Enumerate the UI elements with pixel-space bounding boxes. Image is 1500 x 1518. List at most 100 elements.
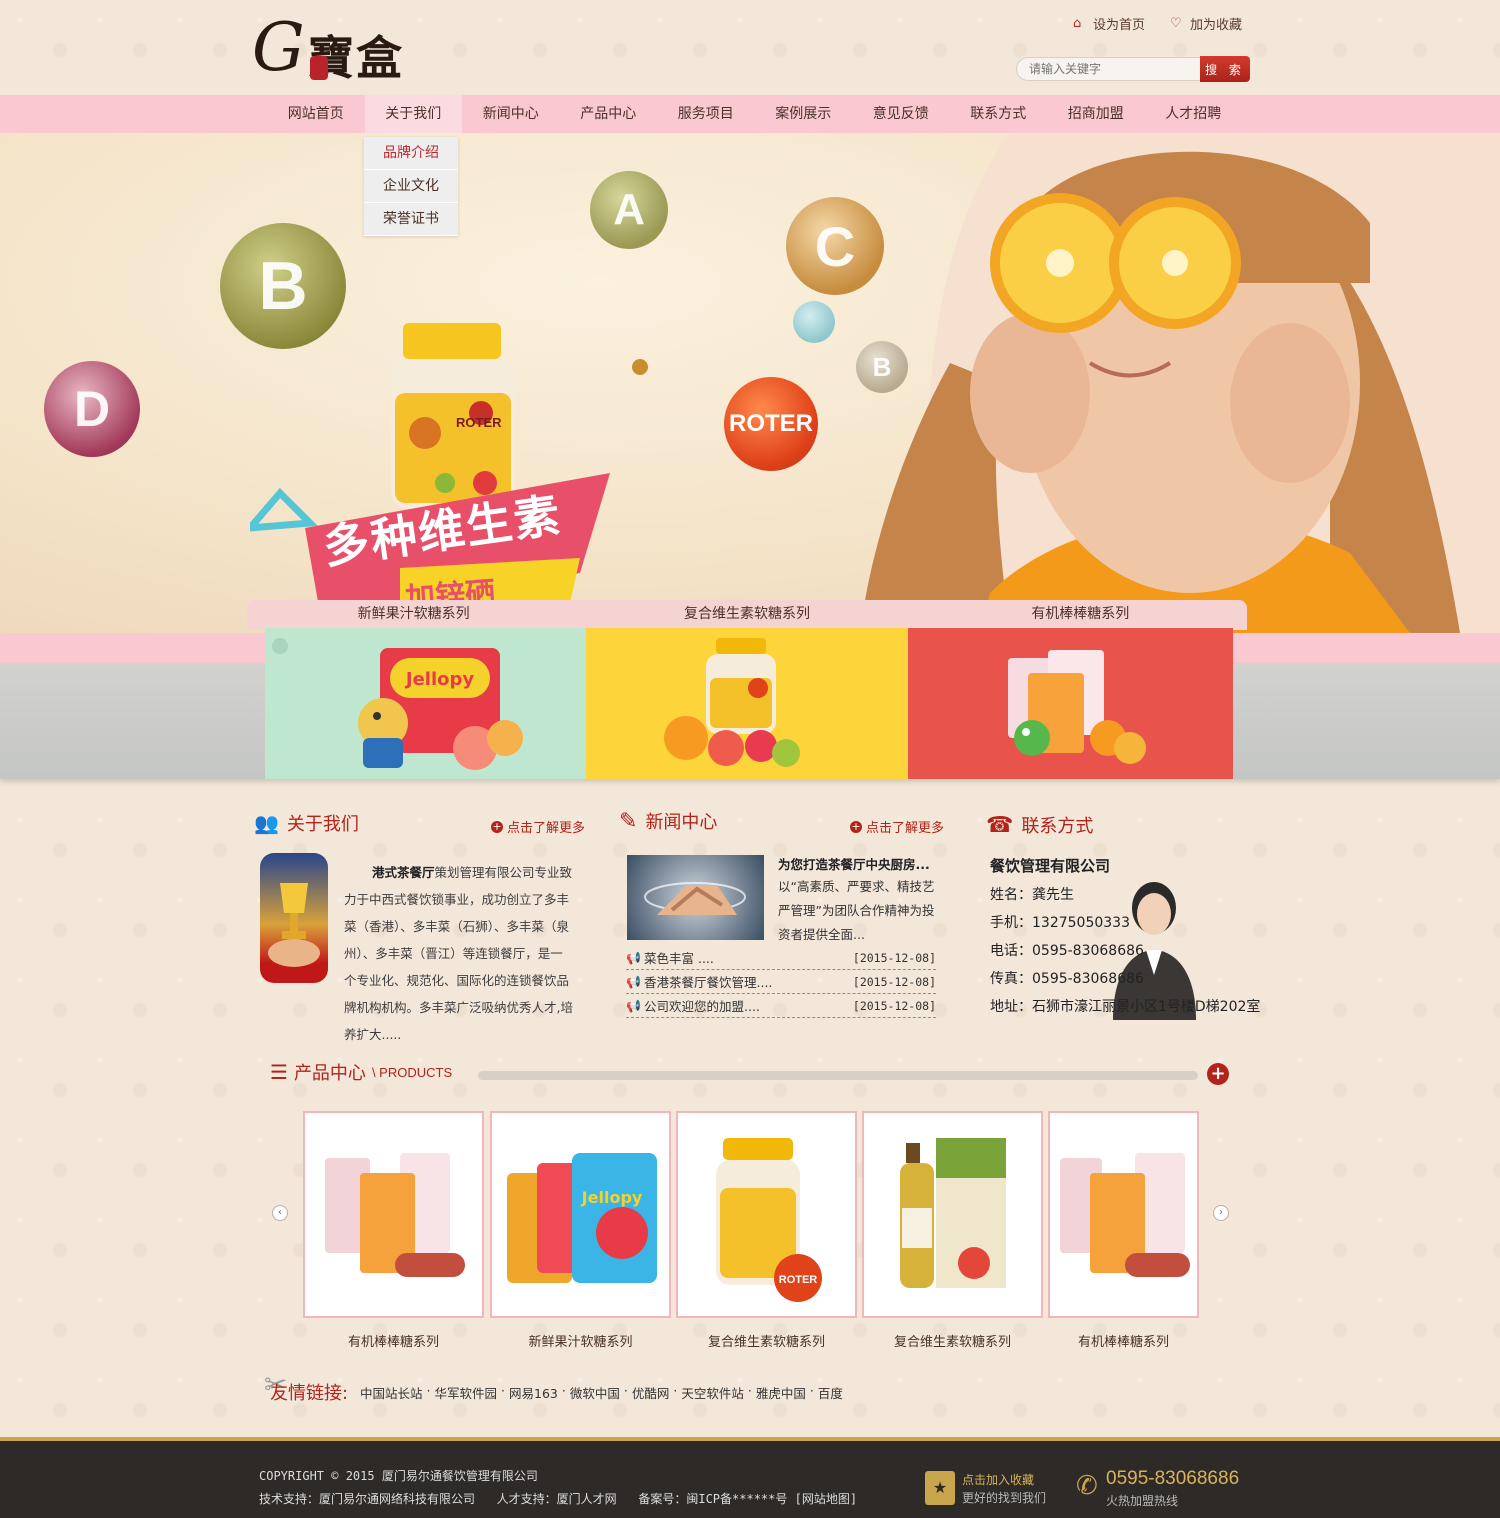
link-item[interactable]: 网易163 [509, 1383, 558, 1402]
set-home-link[interactable]: ⌂ 设为首页 [1073, 14, 1145, 33]
news-row[interactable]: 📢 菜色丰富 .... [2015-12-08] [626, 946, 936, 970]
link-separator: · [747, 1383, 752, 1398]
nav-item-cases[interactable]: 案例展示 [755, 95, 853, 133]
vitamin-ball-a: A [590, 171, 668, 249]
search-button[interactable]: 搜 索 [1200, 56, 1250, 82]
category-tab-vitamin[interactable]: 复合维生素软糖系列 [580, 600, 913, 630]
about-trophy-image [260, 853, 328, 983]
footer-support: 技术支持：厦门易尔通网络科技有限公司 人才支持：厦门人才网 备案号：闽ICP备*… [259, 1492, 858, 1506]
about-title-text: 关于我们 [286, 814, 359, 835]
nav-item-jobs[interactable]: 人才招聘 [1145, 95, 1243, 133]
link-item[interactable]: 雅虎中国 [756, 1383, 806, 1402]
link-separator: · [809, 1383, 814, 1398]
jelly-candy-bag-image: Jellopy [272, 638, 523, 770]
news-row-title: 公司欢迎您的加盟.... [644, 999, 760, 1014]
footer-copyright: COPYRIGHT © 2015 厦门易尔通餐饮管理有限公司 [259, 1469, 538, 1483]
footer-join-title[interactable]: 点击加入收藏 [962, 1471, 1034, 1488]
link-item[interactable]: 微软中国 [570, 1383, 620, 1402]
logo-letter: G [252, 9, 305, 86]
news-row-date: [2015-12-08] [852, 998, 936, 1013]
site-footer: COPYRIGHT © 2015 厦门易尔通餐饮管理有限公司 技术支持：厦门易尔… [0, 1437, 1500, 1518]
logo-seal [310, 56, 328, 80]
category-tab-juice[interactable]: 新鲜果汁软糖系列 [247, 600, 580, 630]
vitamin-ball-b: B [220, 223, 346, 349]
links-title: 友情链接: [270, 1383, 349, 1404]
edit-icon: ✎ [619, 808, 638, 834]
vitamin-jar-fruit-image [664, 638, 800, 767]
product-name[interactable]: 复合维生素软糖系列 [862, 1331, 1043, 1350]
category-panel-juice[interactable]: Jellopy [265, 628, 586, 779]
news-row-title: 香港茶餐厅餐饮管理.... [644, 975, 773, 990]
link-separator: · [623, 1383, 628, 1398]
news-title-text: 新闻中心 [645, 812, 718, 833]
link-item[interactable]: 中国站长站 [360, 1383, 423, 1402]
news-row-title: 菜色丰富 .... [644, 951, 714, 966]
product-card[interactable]: ROTER [676, 1111, 857, 1318]
bookmark-icon[interactable]: ★ [925, 1471, 955, 1505]
product-card[interactable] [1048, 1111, 1199, 1318]
news-row-date: [2015-12-08] [852, 974, 936, 989]
site-logo[interactable]: G 寶盒 [252, 9, 422, 86]
contact-name: 姓名：龚先生 [990, 887, 1074, 903]
nav-item-feedback[interactable]: 意见反馈 [852, 95, 950, 133]
link-item[interactable]: 优酷网 [632, 1383, 670, 1402]
product-card[interactable] [303, 1111, 484, 1318]
nav-item-franchise[interactable]: 招商加盟 [1047, 95, 1145, 133]
jelly-candy-bag-image: Jellopy [507, 1153, 657, 1283]
product-name[interactable]: 复合维生素软糖系列 [676, 1331, 857, 1350]
svg-text:Jellopy: Jellopy [581, 1188, 643, 1207]
contact-company: 餐饮管理有限公司 [990, 857, 1111, 875]
main-nav: 网站首页 关于我们 新闻中心 产品中心 服务项目 案例展示 意见反馈 联系方式 … [0, 95, 1500, 133]
news-row-date: [2015-12-08] [852, 950, 936, 965]
submenu-brand-intro[interactable]: 品牌介绍 [364, 137, 458, 170]
product-card[interactable] [862, 1111, 1043, 1318]
product-name[interactable]: 有机棒棒糖系列 [303, 1331, 484, 1350]
news-row[interactable]: 📢 公司欢迎您的加盟.... [2015-12-08] [626, 994, 936, 1018]
vitamin-ball-d: D [44, 361, 140, 457]
submenu-honors[interactable]: 荣誉证书 [364, 203, 458, 236]
nav-item-news[interactable]: 新闻中心 [462, 95, 560, 133]
about-text: 策划管理有限公司专业致力于中西式餐饮锁事业，成功创立了多丰菜（香港）、多丰菜（石… [344, 865, 573, 1042]
links-list: 中国站长站 · 华军软件园 · 网易163 · 微软中国 · 优酷网 · 天空软件站 · 雅… [360, 1383, 843, 1402]
about-more-link[interactable]: + 点击了解更多 [491, 817, 585, 836]
category-tab-lollipop[interactable]: 有机棒棒糖系列 [914, 600, 1247, 630]
nav-item-services[interactable]: 服务项目 [657, 95, 755, 133]
nav-item-contact[interactable]: 联系方式 [950, 95, 1048, 133]
home-icon: ⌂ [1073, 15, 1082, 31]
link-item[interactable]: 百度 [818, 1383, 843, 1402]
link-item[interactable]: 华军软件园 [435, 1383, 498, 1402]
product-name[interactable]: 有机棒棒糖系列 [1048, 1331, 1199, 1350]
svg-text:ROTER: ROTER [779, 1274, 818, 1286]
nav-item-about[interactable]: 关于我们 [364, 95, 462, 133]
news-featured-title[interactable]: 为您打造茶餐厅中央厨房... [778, 854, 940, 873]
submenu-culture[interactable]: 企业文化 [364, 170, 458, 203]
product-card[interactable]: Jellopy [490, 1111, 671, 1318]
nav-item-home[interactable]: 网站首页 [267, 95, 365, 133]
news-featured-text: 以“高素质、严要求、精技艺严管理”为团队合作精神为投资者提供全面... [778, 879, 935, 942]
link-separator: · [501, 1383, 505, 1398]
link-item[interactable]: 天空软件站 [681, 1383, 744, 1402]
nav-item-products[interactable]: 产品中心 [560, 95, 658, 133]
news-handshake-image[interactable] [627, 855, 764, 940]
plus-icon: + [850, 819, 862, 833]
category-panel-vitamin[interactable] [586, 628, 908, 779]
add-favorite-link[interactable]: ♡ 加为收藏 [1170, 14, 1242, 33]
search-input[interactable] [1016, 57, 1202, 81]
lollipop-bags-image [1008, 650, 1146, 764]
hero-banner[interactable]: B D A C B ROTER ROTER 多种维生素 加锌硒 [0, 133, 1500, 633]
news-row[interactable]: 📢 香港茶餐厅餐饮管理.... [2015-12-08] [626, 970, 936, 994]
lollipop-bag-image [1060, 1153, 1190, 1277]
category-panel-lollipop[interactable] [908, 628, 1233, 779]
girl-with-oranges-image [860, 133, 1500, 633]
news-more-link[interactable]: + 点击了解更多 [850, 817, 944, 836]
set-home-label: 设为首页 [1093, 18, 1146, 33]
contact-title-text: 联系方式 [1021, 816, 1094, 837]
products-more-button[interactable]: + [1207, 1063, 1229, 1085]
product-name[interactable]: 新鲜果汁软糖系列 [490, 1331, 671, 1350]
add-favorite-label: 加为收藏 [1190, 18, 1243, 33]
products-title-text: 产品中心 [293, 1063, 366, 1084]
about-section-title: 👥 关于我们 [254, 810, 359, 836]
about-company: 港式茶餐厅 [372, 865, 435, 880]
carousel-prev-button[interactable]: ‹ [272, 1205, 288, 1221]
carousel-next-button[interactable]: › [1213, 1205, 1229, 1221]
